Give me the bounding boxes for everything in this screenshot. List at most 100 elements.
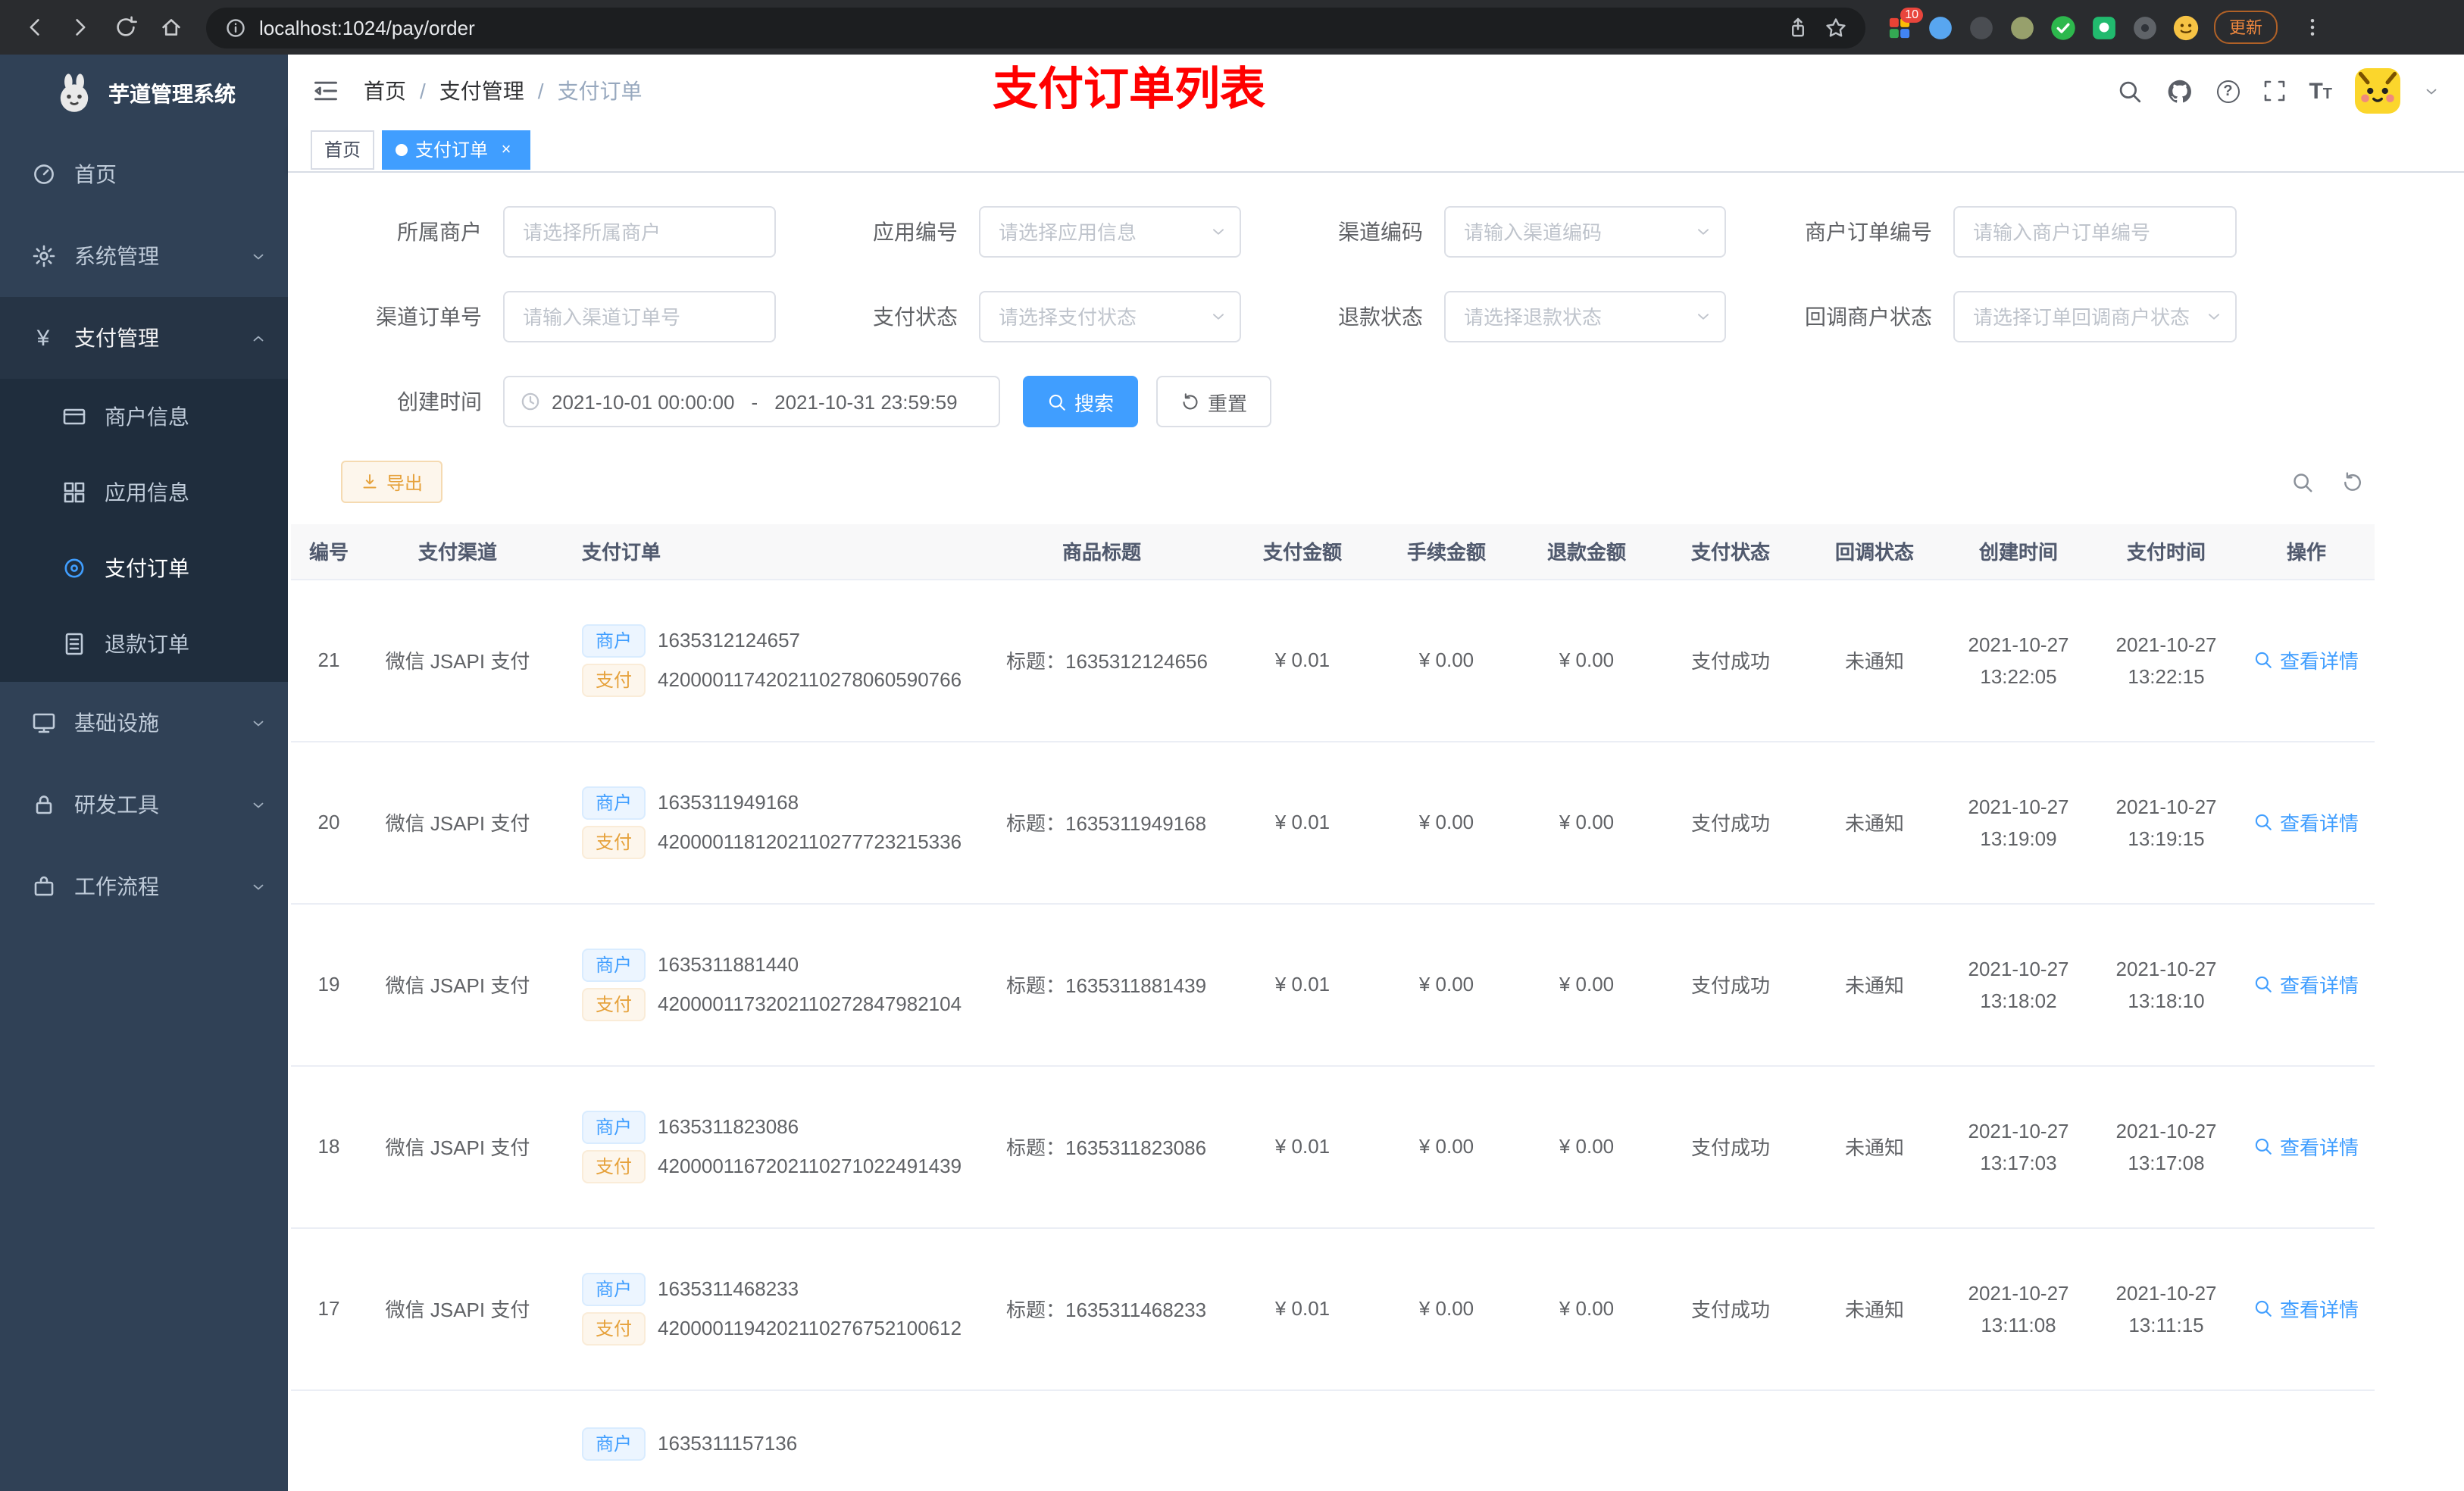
tab-home[interactable]: 首页 bbox=[311, 130, 375, 169]
extension-pin-icon[interactable] bbox=[2132, 14, 2158, 40]
grid-icon bbox=[61, 480, 86, 505]
table-row: 18 微信 JSAPI 支付 商户 1635311823086 支付 42000… bbox=[291, 1065, 2375, 1228]
bookmark-star-icon[interactable] bbox=[1825, 16, 1847, 39]
column-header-channel: 支付渠道 bbox=[367, 524, 549, 580]
cell-amount: ¥ 0.01 bbox=[1230, 1065, 1374, 1228]
sidebar-toggle-icon[interactable] bbox=[312, 77, 339, 105]
sidebar-item-dev-tools[interactable]: 研发工具 bbox=[0, 764, 288, 846]
tab-close-icon[interactable] bbox=[496, 139, 517, 160]
sidebar-item-payment-management[interactable]: ¥ 支付管理 bbox=[0, 297, 288, 379]
extension-check-icon[interactable] bbox=[2050, 14, 2076, 40]
refund-status-input[interactable] bbox=[1446, 292, 1724, 341]
cell-channel: 微信 JSAPI 支付 bbox=[367, 741, 549, 904]
export-button[interactable]: 导出 bbox=[341, 461, 443, 503]
merchant-select[interactable] bbox=[503, 206, 776, 258]
home-icon[interactable] bbox=[152, 8, 191, 47]
extension-smiley-icon[interactable] bbox=[2173, 14, 2199, 40]
extension-chat-icon[interactable] bbox=[2091, 14, 2117, 40]
refresh-icon[interactable] bbox=[2341, 470, 2364, 493]
extension-olive-icon[interactable] bbox=[2009, 14, 2035, 40]
cell-order: 商户 1635311949168 支付 42000011812021102777… bbox=[549, 741, 973, 904]
browser-update-button[interactable]: 更新 bbox=[2214, 11, 2278, 44]
screen: localhost:1024/pay/order 10 更新 芋道管理系统 首页… bbox=[0, 0, 2464, 1491]
cell-paid: 2021-10-27 13:17:08 bbox=[2094, 1065, 2238, 1228]
channel-code-select[interactable] bbox=[1444, 206, 1726, 258]
app-logo[interactable]: 芋道管理系统 bbox=[0, 55, 288, 133]
font-size-icon[interactable] bbox=[2309, 78, 2332, 104]
pay-status-input[interactable] bbox=[980, 292, 1240, 341]
sidebar-menu: 首页 系统管理 ¥ 支付管理 商户信息 应用信息 支付订单 退款订单 基础设施 … bbox=[0, 133, 288, 927]
chevron-up-icon bbox=[250, 330, 267, 346]
sidebar-item-refund-orders[interactable]: 退款订单 bbox=[0, 606, 288, 682]
sidebar-item-app-info[interactable]: 应用信息 bbox=[0, 455, 288, 530]
tab-payment-orders[interactable]: 支付订单 bbox=[382, 130, 531, 169]
sidebar-item-merchant-info[interactable]: 商户信息 bbox=[0, 379, 288, 455]
view-detail-link[interactable]: 查看详情 bbox=[2254, 1132, 2359, 1161]
back-icon[interactable] bbox=[15, 8, 55, 47]
cell-channel: 微信 JSAPI 支付 bbox=[367, 1227, 549, 1390]
sidebar-item-infrastructure[interactable]: 基础设施 bbox=[0, 682, 288, 764]
notify-status-input[interactable] bbox=[1955, 292, 2235, 341]
breadcrumb-current: 支付订单 bbox=[557, 79, 643, 103]
cell-title: 标题：1635311949168 bbox=[973, 741, 1230, 904]
app-input[interactable] bbox=[980, 208, 1240, 256]
search-icon[interactable] bbox=[2116, 78, 2142, 104]
pay-status-select[interactable] bbox=[979, 291, 1241, 342]
caret-down-icon[interactable] bbox=[2423, 83, 2440, 99]
channel-order-field[interactable] bbox=[503, 291, 776, 342]
sidebar-item-home[interactable]: 首页 bbox=[0, 133, 288, 215]
merchant-input[interactable] bbox=[505, 208, 774, 256]
site-info-icon[interactable] bbox=[224, 16, 247, 39]
filter-form: 所属商户 应用编号 渠道编码 bbox=[288, 173, 2464, 427]
fullscreen-icon[interactable] bbox=[2262, 79, 2286, 103]
yen-icon: ¥ bbox=[36, 325, 50, 351]
view-detail-link[interactable]: 查看详情 bbox=[2254, 1294, 2359, 1323]
cell-action bbox=[2238, 1389, 2375, 1491]
table-row: 21 微信 JSAPI 支付 商户 1635312124657 支付 42000… bbox=[291, 579, 2375, 742]
cell-action: 查看详情 bbox=[2238, 579, 2375, 742]
merchant-order-label: 商户订单编号 bbox=[1805, 220, 1932, 244]
merchant-order-input[interactable] bbox=[1955, 208, 2235, 256]
forward-icon[interactable] bbox=[61, 8, 100, 47]
extension-blue-icon[interactable] bbox=[1928, 14, 1953, 40]
view-detail-link[interactable]: 查看详情 bbox=[2254, 645, 2359, 674]
url-text: localhost:1024/pay/order bbox=[259, 16, 475, 39]
sidebar-item-payment-orders[interactable]: 支付订单 bbox=[0, 530, 288, 606]
reload-icon[interactable] bbox=[106, 8, 145, 47]
user-avatar[interactable] bbox=[2355, 68, 2400, 114]
column-header-amount: 支付金额 bbox=[1230, 524, 1374, 580]
extension-dark-icon[interactable] bbox=[1968, 14, 1994, 40]
cell-fee: ¥ 0.00 bbox=[1374, 1227, 1518, 1390]
date-range-picker[interactable]: 2021-10-01 00:00:00 - 2021-10-31 23:59:5… bbox=[503, 376, 1000, 427]
browser-menu-icon[interactable] bbox=[2293, 8, 2332, 47]
sidebar-item-system-management[interactable]: 系统管理 bbox=[0, 215, 288, 297]
breadcrumb-payment-management[interactable]: 支付管理 bbox=[439, 76, 524, 106]
extension-grid-icon[interactable]: 10 bbox=[1887, 7, 1923, 40]
notify-status-select[interactable] bbox=[1953, 291, 2237, 342]
address-bar[interactable]: localhost:1024/pay/order bbox=[206, 7, 1865, 48]
channel-order-input[interactable] bbox=[505, 292, 774, 341]
app-select[interactable] bbox=[979, 206, 1241, 258]
breadcrumb-home[interactable]: 首页 bbox=[364, 76, 406, 106]
sidebar-item-workflow[interactable]: 工作流程 bbox=[0, 846, 288, 927]
channel-code-input[interactable] bbox=[1446, 208, 1724, 256]
date-end[interactable]: 2021-10-31 23:59:59 bbox=[774, 390, 957, 413]
refund-status-select[interactable] bbox=[1444, 291, 1726, 342]
search-toggle-icon[interactable] bbox=[2291, 470, 2314, 493]
logo-image bbox=[52, 73, 95, 115]
merchant-label: 所属商户 bbox=[397, 220, 482, 244]
cell-id: 21 bbox=[291, 579, 367, 742]
merchant-order-field[interactable] bbox=[1953, 206, 2237, 258]
reset-button[interactable]: 重置 bbox=[1156, 376, 1272, 427]
search-button[interactable]: 搜索 bbox=[1023, 376, 1139, 427]
help-icon[interactable] bbox=[2216, 80, 2240, 102]
cell-channel: 微信 JSAPI 支付 bbox=[367, 903, 549, 1066]
date-start[interactable]: 2021-10-01 00:00:00 bbox=[552, 390, 734, 413]
share-icon[interactable] bbox=[1787, 16, 1809, 39]
cell-channel: 微信 JSAPI 支付 bbox=[367, 579, 549, 742]
view-detail-link[interactable]: 查看详情 bbox=[2254, 970, 2359, 999]
view-detail-link[interactable]: 查看详情 bbox=[2254, 808, 2359, 836]
cell-created: 2021-10-27 13:11:08 bbox=[1943, 1227, 2094, 1390]
merchant-tag: 商户 bbox=[582, 1272, 646, 1305]
github-icon[interactable] bbox=[2165, 77, 2194, 105]
